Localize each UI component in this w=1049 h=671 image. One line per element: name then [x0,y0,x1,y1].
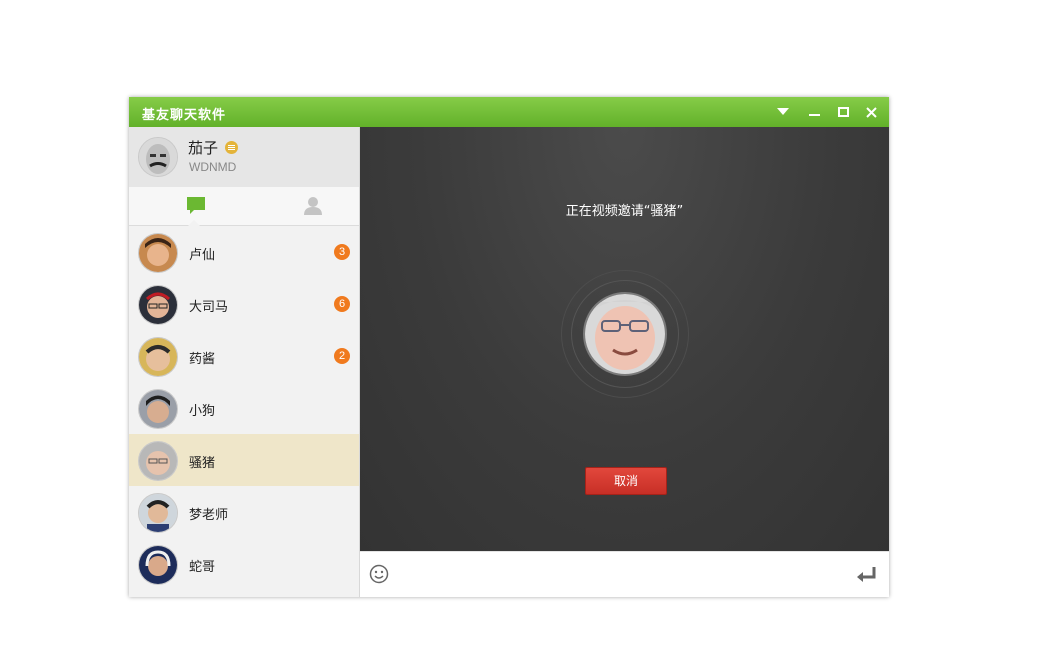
contact-item[interactable]: 蛇哥 [129,538,359,590]
video-call-pane: 正在视频邀请“骚猪” 取消 [360,127,889,551]
chat-bubble-icon [187,197,205,214]
user-avatar[interactable] [138,137,178,177]
contact-list: 卢仙 3 大司马 6 药酱 2 小狗 骚猪 梦老师 蛇哥 [129,226,359,590]
contact-name: 小狗 [189,404,216,419]
contact-name: 药酱 [189,352,216,367]
call-status-text: 正在视频邀请“骚猪” [565,204,684,219]
emoji-button[interactable] [369,564,389,584]
contact-avatar [138,285,178,325]
user-name: 茄子 [188,139,219,157]
maximize-button[interactable] [833,102,853,122]
contact-avatar [138,389,178,429]
contact-item[interactable]: 梦老师 [129,486,359,538]
cancel-call-button[interactable]: 取消 [585,467,667,495]
contact-avatar [138,545,178,585]
user-profile: 茄子 WDNMD [129,127,359,187]
unread-badge: 6 [334,296,350,312]
contact-item[interactable]: 大司马 6 [129,278,359,330]
user-signature: WDNMD [189,160,237,174]
message-input-bar[interactable] [360,551,889,597]
sidebar: 茄子 WDNMD 卢仙 3 大司马 6 药酱 2 小狗 骚猪 梦老师 蛇哥 [129,127,360,597]
contact-avatar [138,337,178,377]
contact-name: 蛇哥 [189,560,216,575]
window-title: 基友聊天软件 [142,108,227,123]
contact-avatar [138,441,178,481]
close-button[interactable] [861,102,881,122]
status-icon[interactable] [225,141,238,154]
minimize-icon [808,114,820,116]
contact-avatar [138,233,178,273]
contact-name: 卢仙 [189,248,216,263]
maximize-icon [837,107,849,117]
dropdown-icon [777,108,789,115]
contact-avatar [138,493,178,533]
contact-name: 梦老师 [189,508,229,523]
tab-contacts[interactable] [244,187,359,225]
title-bar: 基友聊天软件 [129,97,889,127]
contact-name: 骚猪 [189,456,216,471]
contact-item[interactable]: 小狗 [129,382,359,434]
unread-badge: 3 [334,244,350,260]
sidebar-tabs [129,187,359,226]
contacts-icon [304,197,322,215]
emoji-icon [369,564,389,584]
contact-item[interactable]: 药酱 2 [129,330,359,382]
callee-avatar [583,292,667,376]
minimize-button[interactable] [804,102,824,122]
unread-badge: 2 [334,348,350,364]
contact-item-active[interactable]: 骚猪 [129,434,359,486]
tab-chats[interactable] [129,187,244,226]
enter-icon [857,567,876,582]
contact-name: 大司马 [189,300,229,315]
dropdown-button[interactable] [773,102,793,122]
chat-window: 基友聊天软件 茄子 WDNMD 卢仙 3 大司马 6 药酱 2 小狗 骚猪 梦老… [129,97,889,597]
contact-item[interactable]: 卢仙 3 [129,226,359,278]
send-button[interactable] [856,566,878,584]
close-icon [865,106,877,118]
